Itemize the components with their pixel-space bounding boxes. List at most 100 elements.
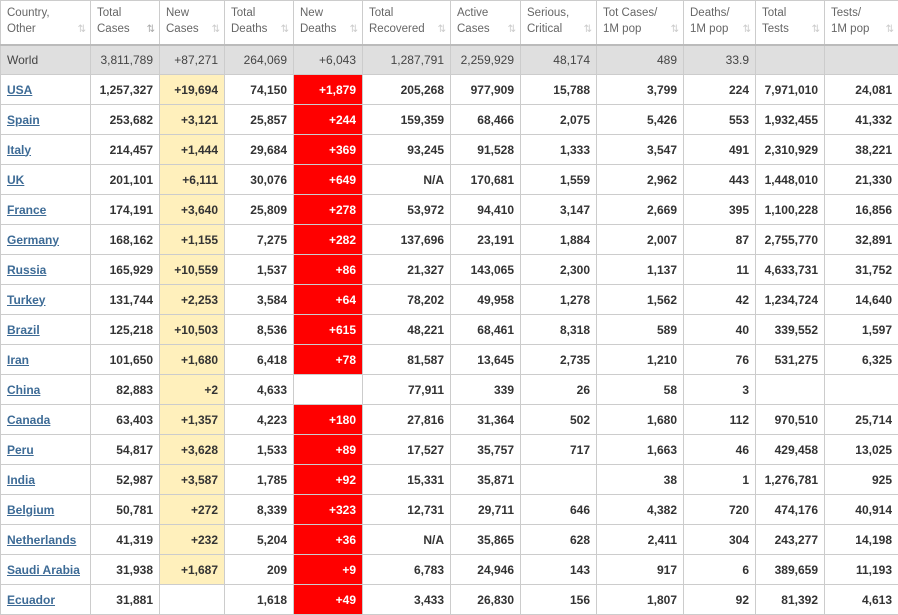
sort-desc-icon[interactable]: ⇅ — [147, 22, 153, 38]
cell-tot-cases-per-1m: 3,799 — [597, 75, 684, 105]
cell-active-cases: 68,466 — [451, 105, 521, 135]
country-link[interactable]: Canada — [7, 413, 50, 427]
country-link[interactable]: Peru — [7, 443, 34, 457]
country-link[interactable]: China — [7, 383, 40, 397]
cell-total-recovered: 3,433 — [363, 585, 451, 615]
country-link[interactable]: Turkey — [7, 293, 45, 307]
cell-new-deaths: +9 — [294, 555, 363, 585]
cell-total-cases: 214,457 — [91, 135, 160, 165]
country-link[interactable]: UK — [7, 173, 24, 187]
sort-icon[interactable]: ⇅ — [584, 22, 590, 38]
cell-tot-cases-per-1m: 589 — [597, 315, 684, 345]
column-header-total-tests[interactable]: TotalTests⇅ — [756, 1, 825, 45]
column-header-active-cases[interactable]: ActiveCases⇅ — [451, 1, 521, 45]
sort-icon[interactable]: ⇅ — [281, 22, 287, 38]
table-row: Brazil125,218+10,5038,536+61548,22168,46… — [1, 315, 898, 345]
sort-icon[interactable]: ⇅ — [508, 22, 514, 38]
header-label-line1: Serious, — [527, 5, 590, 21]
cell-total-cases: 52,987 — [91, 465, 160, 495]
country-link[interactable]: Germany — [7, 233, 59, 247]
country-link[interactable]: Iran — [7, 353, 29, 367]
cell-tests-per-1m: 24,081 — [825, 75, 898, 105]
cell-total-tests: 531,275 — [756, 345, 825, 375]
sort-icon[interactable]: ⇅ — [438, 22, 444, 38]
cell-tests-per-1m: 21,330 — [825, 165, 898, 195]
column-header-new-deaths[interactable]: NewDeaths⇅ — [294, 1, 363, 45]
cell-total-cases: 82,883 — [91, 375, 160, 405]
table-row: USA1,257,327+19,69474,150+1,879205,26897… — [1, 75, 898, 105]
country-link[interactable]: Russia — [7, 263, 46, 277]
cell-new-cases: +6,111 — [160, 165, 225, 195]
country-link[interactable]: Netherlands — [7, 533, 76, 547]
cell-country: Germany — [1, 225, 91, 255]
cell-total-cases: 101,650 — [91, 345, 160, 375]
cell-active-cases: 26,830 — [451, 585, 521, 615]
cell-new-cases: +2 — [160, 375, 225, 405]
header-row: Country,Other⇅TotalCases⇅NewCases⇅TotalD… — [1, 1, 898, 45]
cell-total-deaths: 1,785 — [225, 465, 294, 495]
sort-icon[interactable]: ⇅ — [886, 22, 892, 38]
cell-tests-per-1m — [825, 375, 898, 405]
cell-serious-critical: 2,075 — [521, 105, 597, 135]
cell-new-deaths: +282 — [294, 225, 363, 255]
country-link[interactable]: India — [7, 473, 35, 487]
cell-new-cases: +1,687 — [160, 555, 225, 585]
cell-country: Russia — [1, 255, 91, 285]
country-link[interactable]: France — [7, 203, 46, 217]
cell-new-deaths — [294, 375, 363, 405]
table-row: Iran101,650+1,6806,418+7881,58713,6452,7… — [1, 345, 898, 375]
cell-deaths-per-1m: 304 — [684, 525, 756, 555]
country-link[interactable]: Italy — [7, 143, 31, 157]
column-header-tot-cases-per-1m[interactable]: Tot Cases/1M pop⇅ — [597, 1, 684, 45]
header-label-line1: Tests/ — [831, 5, 892, 21]
column-header-total-recovered[interactable]: TotalRecovered⇅ — [363, 1, 451, 45]
cell-total-recovered: 81,587 — [363, 345, 451, 375]
table-row: UK201,101+6,11130,076+649N/A170,6811,559… — [1, 165, 898, 195]
sort-icon[interactable]: ⇅ — [743, 22, 749, 38]
country-link[interactable]: Saudi Arabia — [7, 563, 80, 577]
cell-total-cases: 3,811,789 — [91, 45, 160, 75]
column-header-serious-critical[interactable]: Serious,Critical⇅ — [521, 1, 597, 45]
column-header-total-cases[interactable]: TotalCases⇅ — [91, 1, 160, 45]
country-link[interactable]: Brazil — [7, 323, 40, 337]
cell-active-cases: 170,681 — [451, 165, 521, 195]
cell-deaths-per-1m: 443 — [684, 165, 756, 195]
cell-total-tests: 4,633,731 — [756, 255, 825, 285]
sort-icon[interactable]: ⇅ — [350, 22, 356, 38]
cell-deaths-per-1m: 92 — [684, 585, 756, 615]
cell-total-deaths: 6,418 — [225, 345, 294, 375]
cell-tot-cases-per-1m: 2,007 — [597, 225, 684, 255]
country-link[interactable]: Belgium — [7, 503, 54, 517]
cell-serious-critical: 8,318 — [521, 315, 597, 345]
sort-icon[interactable]: ⇅ — [671, 22, 677, 38]
cell-new-cases: +1,357 — [160, 405, 225, 435]
sort-icon[interactable]: ⇅ — [78, 22, 84, 38]
cell-new-cases: +1,680 — [160, 345, 225, 375]
cell-country: World — [1, 45, 91, 75]
header-label-line2: 1M pop — [603, 21, 677, 37]
header-label-line2: 1M pop — [831, 21, 892, 37]
cell-deaths-per-1m: 33.9 — [684, 45, 756, 75]
column-header-country[interactable]: Country,Other⇅ — [1, 1, 91, 45]
cell-tests-per-1m: 14,640 — [825, 285, 898, 315]
sort-icon[interactable]: ⇅ — [212, 22, 218, 38]
sort-icon[interactable]: ⇅ — [812, 22, 818, 38]
column-header-tests-per-1m[interactable]: Tests/1M pop⇅ — [825, 1, 898, 45]
column-header-deaths-per-1m[interactable]: Deaths/1M pop⇅ — [684, 1, 756, 45]
cell-serious-critical: 15,788 — [521, 75, 597, 105]
cell-total-tests: 81,392 — [756, 585, 825, 615]
cell-tot-cases-per-1m: 1,137 — [597, 255, 684, 285]
country-link[interactable]: Ecuador — [7, 593, 55, 607]
cell-tests-per-1m: 32,891 — [825, 225, 898, 255]
table-row: Germany168,162+1,1557,275+282137,69623,1… — [1, 225, 898, 255]
cell-country: Brazil — [1, 315, 91, 345]
cell-total-cases: 125,218 — [91, 315, 160, 345]
country-link[interactable]: USA — [7, 83, 32, 97]
cell-serious-critical: 1,333 — [521, 135, 597, 165]
column-header-total-deaths[interactable]: TotalDeaths⇅ — [225, 1, 294, 45]
column-header-new-cases[interactable]: NewCases⇅ — [160, 1, 225, 45]
table-row: India52,987+3,5871,785+9215,33135,871381… — [1, 465, 898, 495]
cell-deaths-per-1m: 76 — [684, 345, 756, 375]
country-link[interactable]: Spain — [7, 113, 40, 127]
cell-new-deaths: +244 — [294, 105, 363, 135]
